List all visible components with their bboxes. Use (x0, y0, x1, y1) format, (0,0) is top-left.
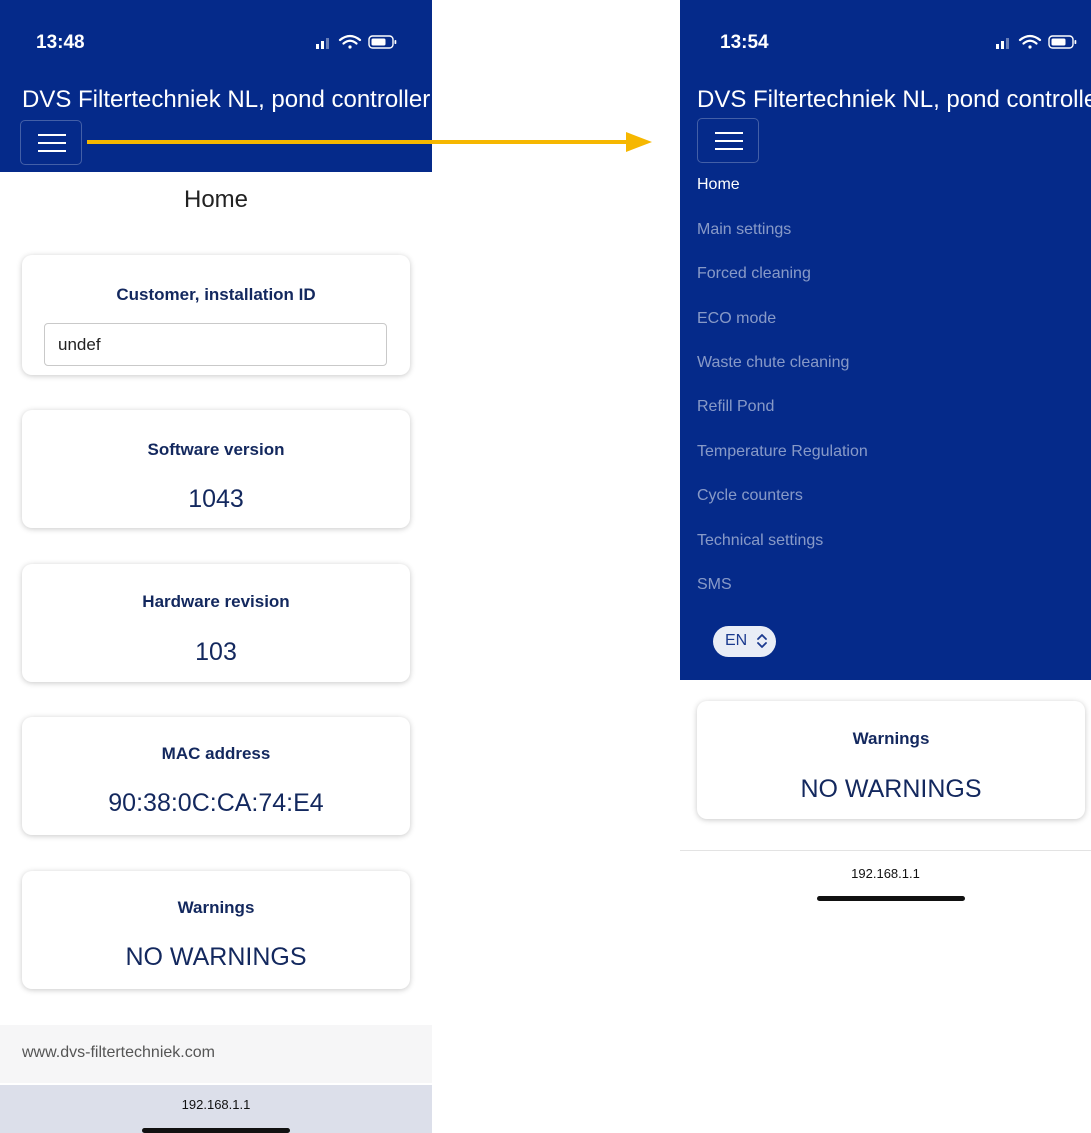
divider (680, 850, 1091, 851)
software-version-title: Software version (147, 440, 285, 459)
browser-address-bar: 192.168.1.1 (0, 1085, 432, 1133)
warnings-card: Warnings NO WARNINGS (22, 871, 410, 989)
app-title: DVS Filtertechniek NL, pond controller (22, 86, 431, 113)
menu-item-home[interactable]: Home (697, 176, 740, 194)
warnings-title: Warnings (177, 898, 255, 917)
customer-id-title: Customer, installation ID (116, 285, 316, 304)
menu-item-main-settings[interactable]: Main settings (697, 221, 791, 239)
menu-item-waste-chute-cleaning[interactable]: Waste chute cleaning (697, 354, 849, 372)
app-header: 13:48 DVS Filtertechniek NL, pond contro… (0, 0, 432, 172)
home-indicator[interactable] (142, 1128, 290, 1133)
hamburger-menu-icon[interactable] (20, 120, 82, 165)
signal-icon (996, 38, 1009, 49)
mac-address-title: MAC address (161, 744, 271, 763)
status-time: 13:48 (36, 32, 85, 53)
menu-open-screen: 13:54 DVS Filtertechniek NL, pond contro… (680, 0, 1091, 940)
wifi-icon (1018, 34, 1042, 49)
menu-item-temperature-regulation[interactable]: Temperature Regulation (697, 443, 868, 461)
warnings-title: Warnings (852, 729, 930, 748)
hardware-revision-title: Hardware revision (142, 592, 290, 611)
url-text[interactable]: 192.168.1.1 (680, 866, 1091, 881)
warnings-value: NO WARNINGS (125, 943, 307, 971)
footer-website-link[interactable]: www.dvs-filtertechniek.com (0, 1025, 432, 1083)
warnings-value: NO WARNINGS (800, 775, 982, 803)
page-title: Home (183, 186, 249, 213)
menu-item-eco-mode[interactable]: ECO mode (697, 310, 776, 328)
menu-item-refill-pond[interactable]: Refill Pond (697, 398, 774, 416)
home-screen: 13:48 DVS Filtertechniek NL, pond contro… (0, 0, 432, 1133)
menu-item-sms[interactable]: SMS (697, 576, 732, 594)
status-time: 13:54 (720, 32, 769, 53)
status-icons (316, 34, 397, 49)
customer-id-input[interactable] (44, 323, 387, 366)
url-text[interactable]: 192.168.1.1 (0, 1097, 432, 1112)
software-version-value: 1043 (188, 485, 244, 513)
menu-item-cycle-counters[interactable]: Cycle counters (697, 487, 803, 505)
battery-icon (368, 35, 397, 49)
home-indicator[interactable] (817, 896, 965, 901)
app-header-expanded: 13:54 DVS Filtertechniek NL, pond contro… (680, 0, 1091, 680)
hardware-revision-card: Hardware revision 103 (22, 564, 410, 682)
wifi-icon (338, 34, 362, 49)
signal-icon (316, 38, 329, 49)
software-version-card: Software version 1043 (22, 410, 410, 528)
hardware-revision-value: 103 (195, 638, 237, 666)
language-select[interactable]: EN (713, 626, 776, 657)
warnings-card: Warnings NO WARNINGS (697, 701, 1085, 819)
chevron-up-down-icon (757, 634, 767, 648)
language-value: EN (725, 632, 748, 649)
menu-item-forced-cleaning[interactable]: Forced cleaning (697, 265, 811, 283)
mac-address-value: 90:38:0C:CA:74:E4 (108, 789, 324, 817)
menu-item-technical-settings[interactable]: Technical settings (697, 532, 823, 550)
status-icons (996, 34, 1077, 49)
customer-id-card: Customer, installation ID (22, 255, 410, 375)
hamburger-menu-icon[interactable] (697, 118, 759, 163)
mac-address-card: MAC address 90:38:0C:CA:74:E4 (22, 717, 410, 835)
app-title: DVS Filtertechniek NL, pond controller (697, 86, 1091, 113)
battery-icon (1048, 35, 1077, 49)
